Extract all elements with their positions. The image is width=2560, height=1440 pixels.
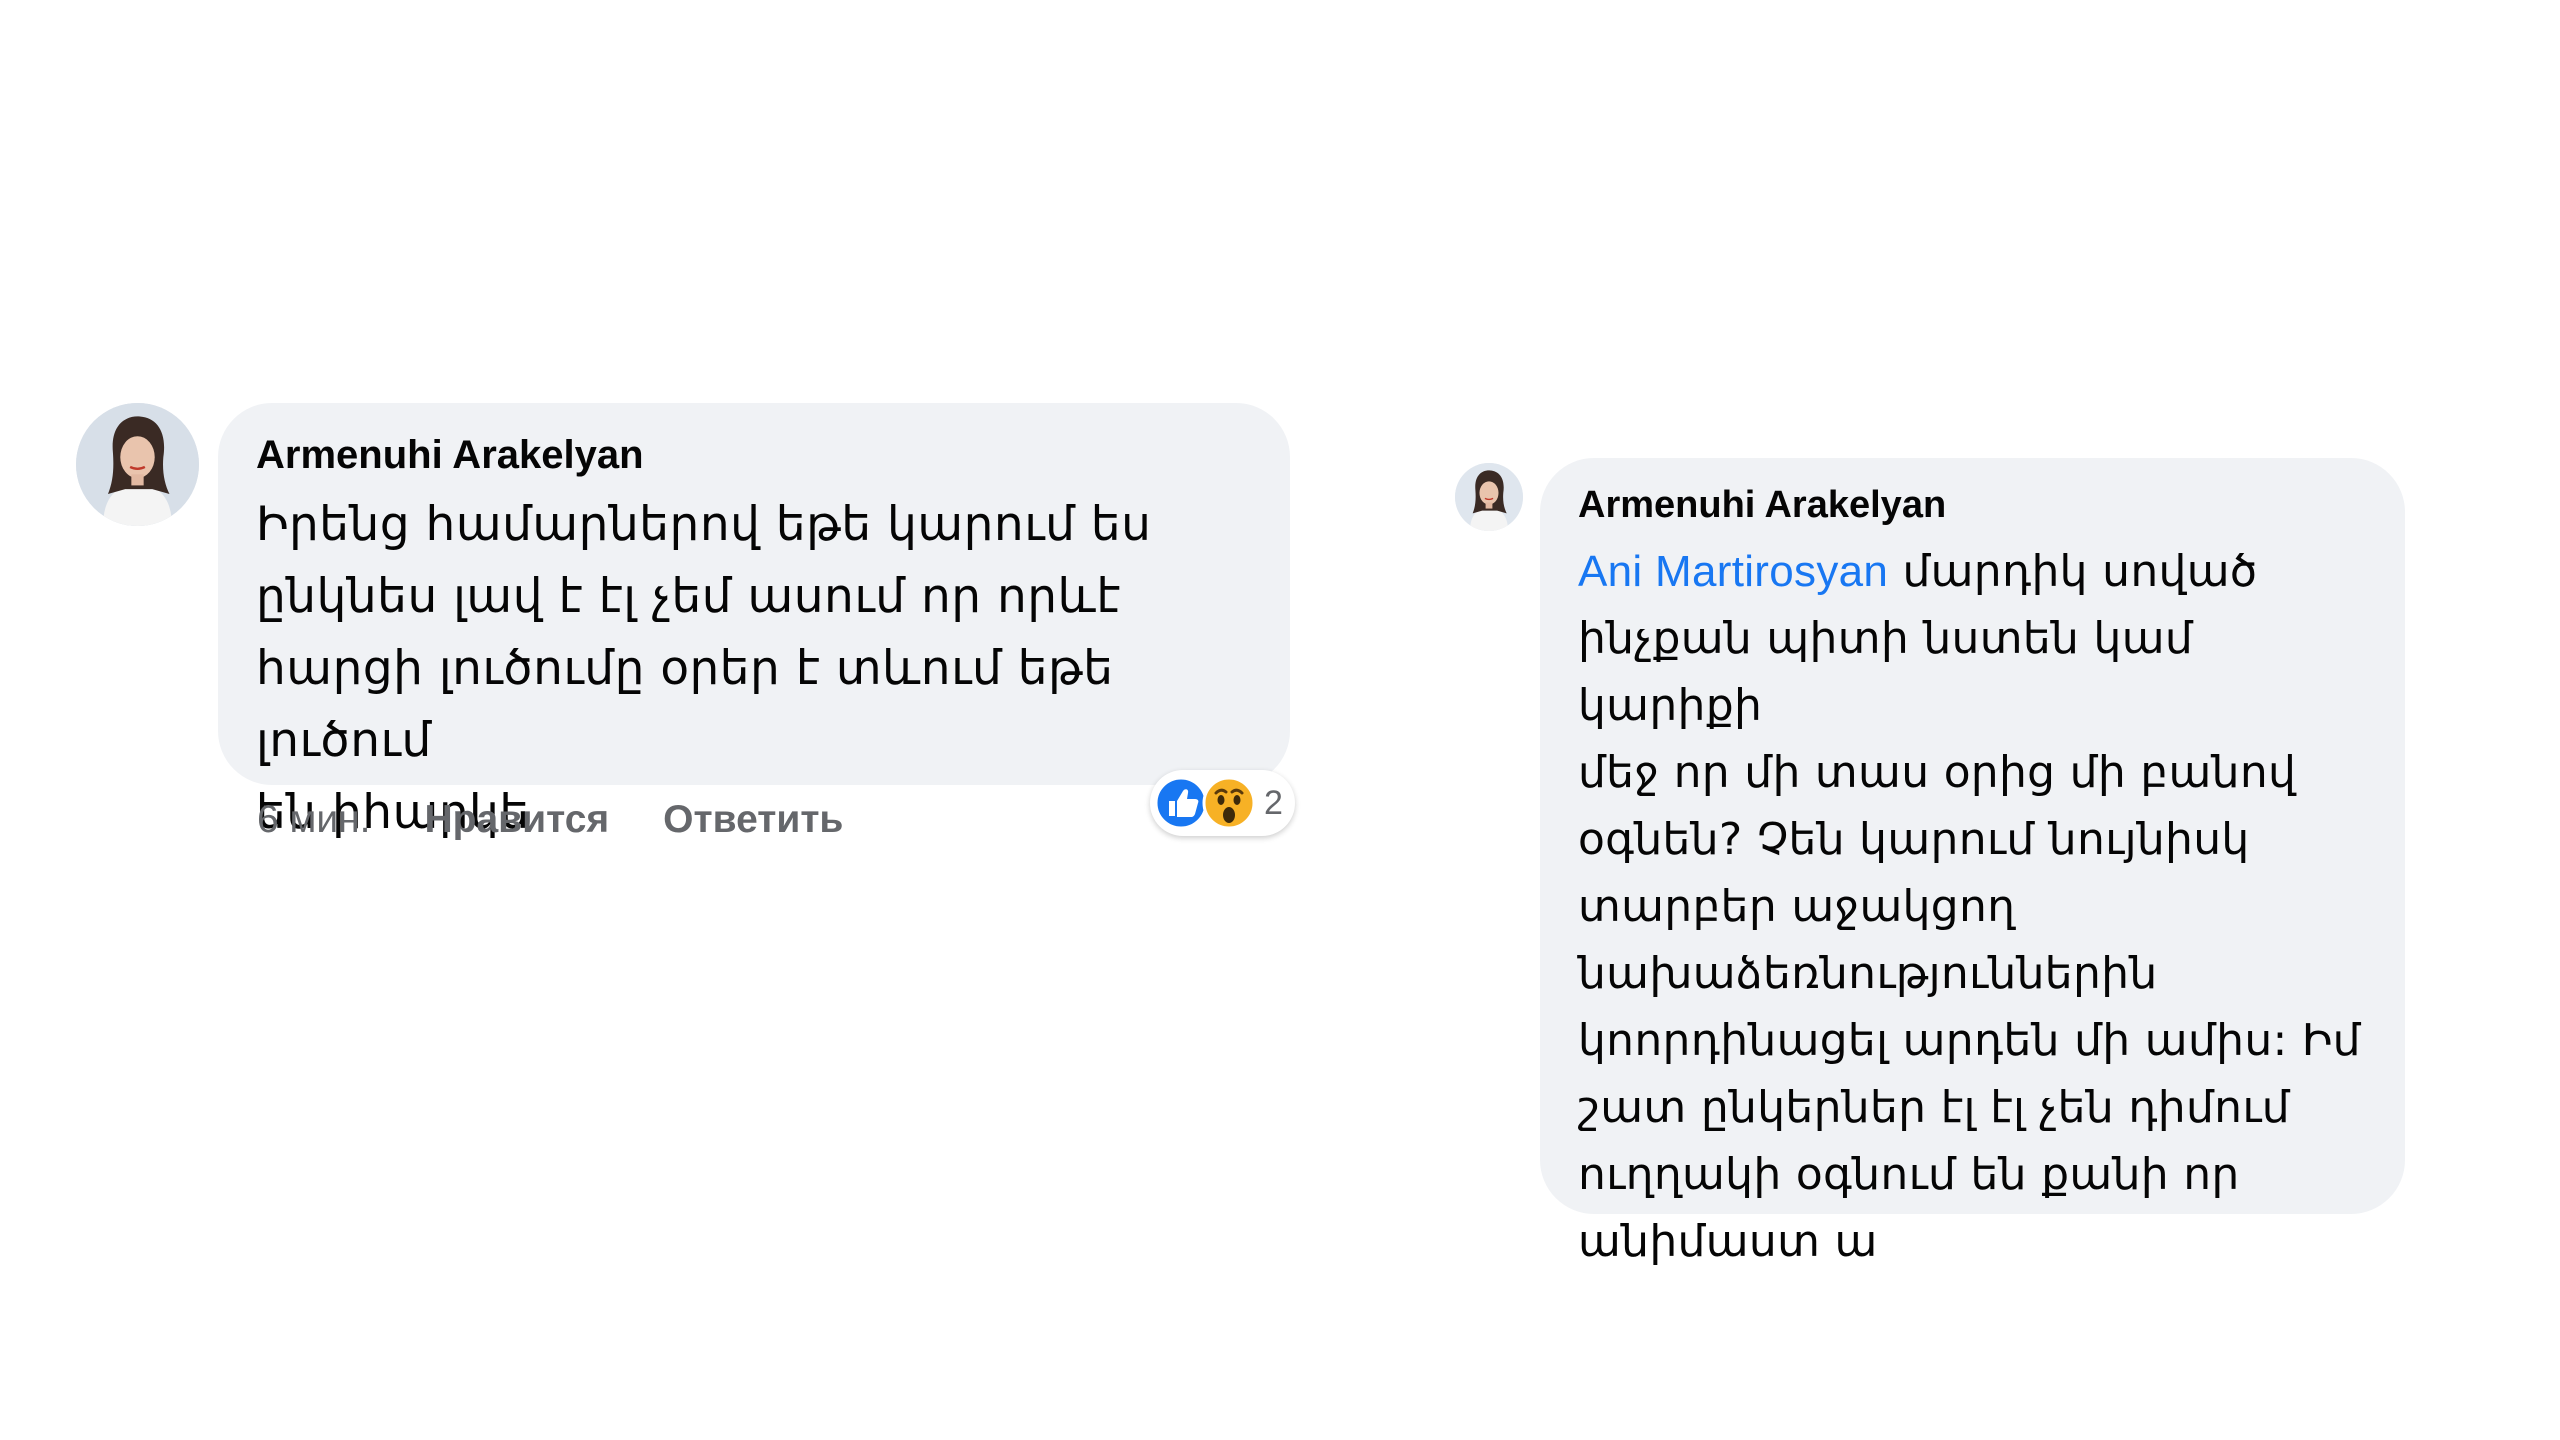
comment-bubble: Armenuhi Arakelyan Իրենց համարներով եթե … — [218, 403, 1290, 840]
user-mention-link[interactable]: Ani Martirosyan — [1578, 547, 1888, 596]
comment-text-line: ուղղակի օգնում են քանի որ — [1578, 1149, 2240, 1200]
comment-text-line: հարցի լուծումը օրեր է տևում եթե լուծում — [256, 641, 1114, 768]
reply-button[interactable]: Ответить — [663, 798, 843, 842]
comment-timestamp[interactable]: 6 мин. — [257, 798, 371, 842]
comment-bubble: Armenuhi Arakelyan Ani Martirosyan մարդի… — [1540, 458, 2405, 1267]
profile-photo — [76, 403, 199, 526]
like-button[interactable]: Нравится — [425, 798, 610, 842]
comment-text-line: մեջ որ մի տաս օրից մի բանով — [1578, 747, 2297, 798]
comment-actions: 6 мин. Нравится Ответить — [257, 795, 897, 845]
like-icon — [1154, 776, 1208, 830]
comment-text: Ani Martirosyan մարդիկ սոված ինչքան պիտի… — [1578, 538, 2375, 1275]
avatar[interactable] — [76, 403, 199, 526]
reaction-count: 2 — [1264, 783, 1283, 822]
comment-text-line: նախաձեռնություններին — [1578, 948, 2158, 999]
reaction-summary[interactable]: 2 — [1150, 770, 1295, 836]
comment-text-line: Ani Martirosyan մարդիկ սոված — [1578, 538, 2375, 605]
avatar[interactable] — [1455, 463, 1523, 531]
profile-photo — [1455, 463, 1523, 531]
comment-text-line: Իրենց համարներով եթե կարում ես — [256, 497, 1152, 552]
comment-text-line: ընկնես լավ է էլ չեմ ասում որ որևէ — [256, 569, 1121, 624]
comment-author[interactable]: Armenuhi Arakelyan — [256, 427, 1250, 483]
comment-author[interactable]: Armenuhi Arakelyan — [1578, 480, 2375, 530]
comment-text-line: օգնեն? Չեն կարում նույնիսկ — [1578, 814, 2250, 865]
comment-text-line: կոորդինացել արդեն մի ամիս: Իմ — [1578, 1015, 2361, 1066]
wow-icon — [1202, 776, 1256, 830]
comment-text-line: անիմաստ ա — [1578, 1216, 1878, 1267]
comment-text-line: ինչքան պիտի նստեն կամ կարիքի — [1578, 613, 2194, 731]
comment-text-line: տարբեր աջակցող — [1578, 881, 2016, 932]
comment-text-fragment: մարդիկ սոված — [1888, 546, 2258, 597]
comment-text-line: շատ ընկերներ էլ էլ չեն դիմում — [1578, 1082, 2290, 1133]
